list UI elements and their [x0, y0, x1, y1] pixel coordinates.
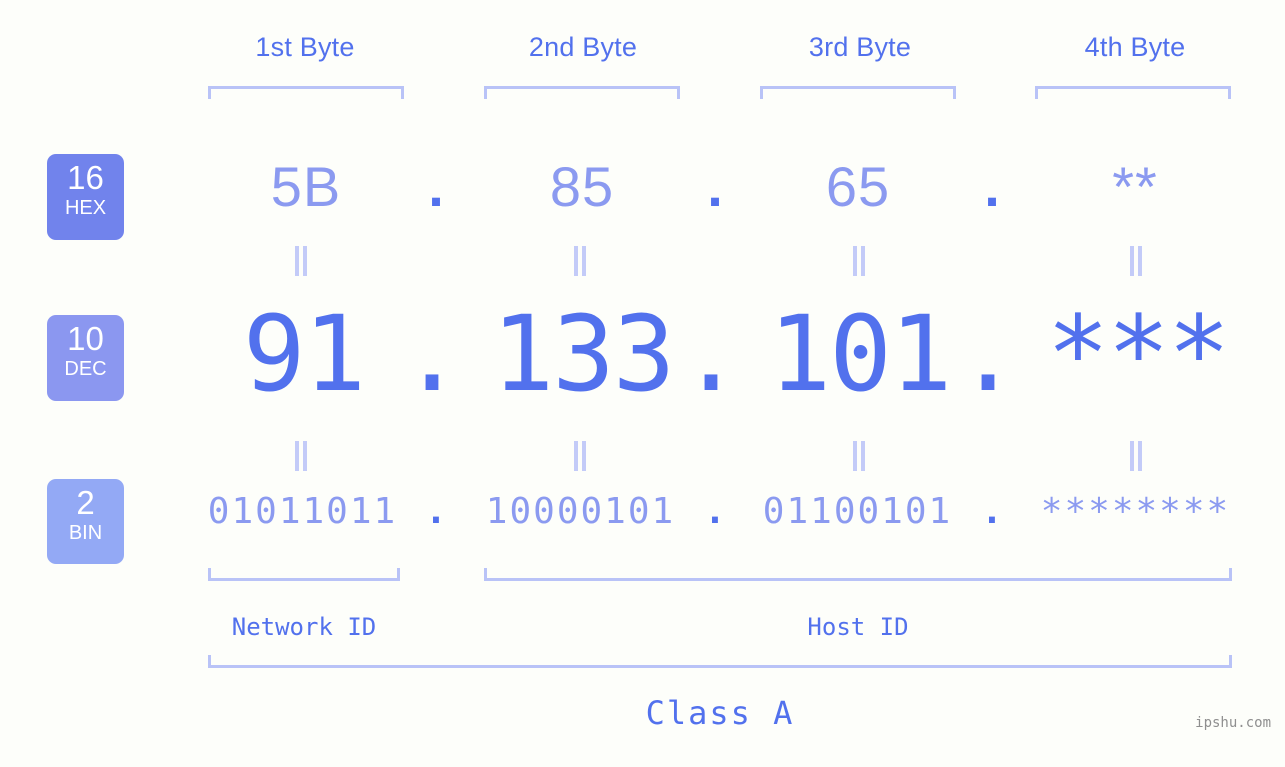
dec-byte-3-value: 101	[768, 293, 953, 415]
bin-byte-1-value: 01011011	[207, 491, 398, 532]
equality-mark-hex-dec-1	[291, 246, 311, 276]
base-badge-hex-label: HEX	[64, 197, 107, 219]
hex-byte-3-value: 65	[825, 155, 891, 218]
bin-byte-2-value: 10000101	[485, 491, 676, 532]
hex-byte-1-value: 5B	[270, 155, 342, 218]
network-id-bracket	[208, 568, 400, 581]
base-badge-dec-label: DEC	[64, 358, 107, 380]
equality-mark-dec-bin-1	[291, 441, 311, 471]
class-label: Class A	[645, 694, 795, 732]
dec-byte-1-value: 91	[242, 293, 366, 415]
dec-byte-2-value: 133	[491, 293, 676, 415]
byte-bracket-3	[760, 86, 956, 99]
byte-header-1: 1st Byte	[255, 32, 355, 62]
class-bracket	[208, 655, 1232, 668]
base-badge-hex: 16 HEX	[47, 154, 124, 240]
base-badge-hex-number: 16	[67, 159, 104, 196]
equality-mark-dec-bin-3	[849, 441, 869, 471]
byte-header-4: 4th Byte	[1084, 32, 1186, 62]
byte-bracket-1	[208, 86, 404, 99]
base-badge-dec-number: 10	[67, 320, 104, 357]
network-id-label: Network ID	[231, 613, 377, 641]
ip-byte-breakdown-diagram: 1st Byte 2nd Byte 3rd Byte 4th Byte 16 H…	[0, 0, 1285, 767]
hex-byte-2-value: 85	[549, 155, 615, 218]
equality-mark-dec-bin-2	[570, 441, 590, 471]
dec-byte-4-value: ***	[1046, 293, 1231, 415]
bin-separator-1: .	[425, 491, 447, 532]
dec-separator-1: .	[400, 293, 464, 415]
base-badge-bin-number: 2	[76, 484, 95, 521]
base-badge-bin: 2 BIN	[47, 479, 124, 564]
byte-bracket-2	[484, 86, 680, 99]
equality-mark-hex-dec-2	[570, 246, 590, 276]
equality-mark-hex-dec-4	[1126, 246, 1146, 276]
byte-header-3: 3rd Byte	[808, 32, 912, 62]
hex-byte-4-value: **	[1112, 155, 1158, 218]
equality-mark-dec-bin-4	[1126, 441, 1146, 471]
bin-byte-3-value: 01100101	[762, 491, 953, 532]
site-watermark: ipshu.com	[1195, 715, 1271, 731]
hex-separator-3: .	[984, 155, 1000, 218]
dec-separator-3: .	[956, 293, 1020, 415]
base-badge-bin-label: BIN	[68, 522, 103, 544]
byte-bracket-4	[1035, 86, 1231, 99]
host-id-bracket	[484, 568, 1232, 581]
dec-separator-2: .	[679, 293, 743, 415]
bin-separator-2: .	[704, 491, 726, 532]
hex-separator-2: .	[707, 155, 723, 218]
equality-mark-hex-dec-3	[849, 246, 869, 276]
bin-separator-3: .	[981, 491, 1003, 532]
byte-header-2: 2nd Byte	[528, 32, 638, 62]
base-badge-dec: 10 DEC	[47, 315, 124, 401]
hex-separator-1: .	[428, 155, 444, 218]
host-id-label: Host ID	[807, 613, 909, 641]
bin-byte-4-value: ********	[1040, 491, 1231, 532]
